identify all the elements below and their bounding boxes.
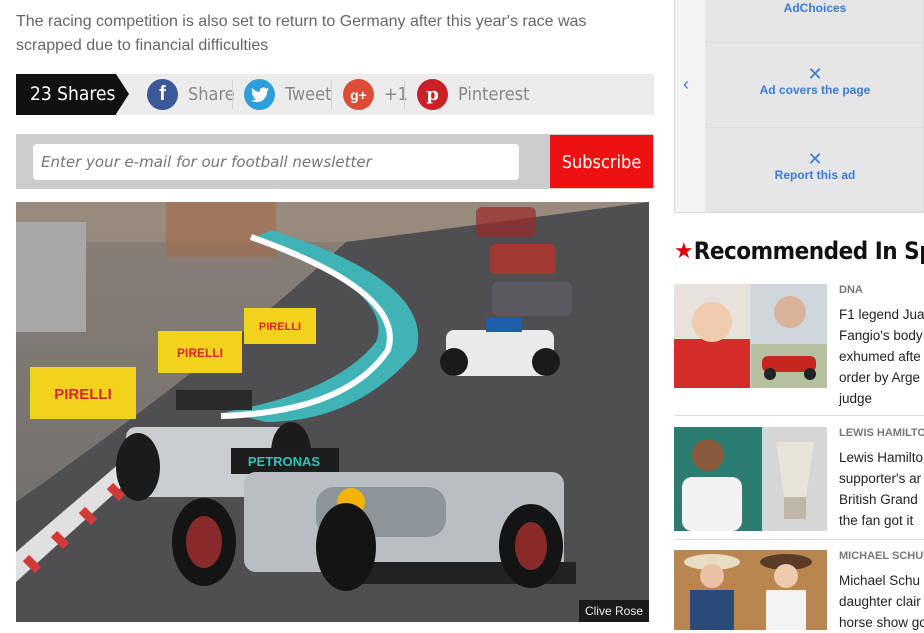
recommended-item[interactable]: DNA F1 legend Jua Fangio's body exhumed … [674,284,924,406]
ad-choices-row: AdChoices [705,0,923,43]
recommended-category: MICHAEL SCHUMA [839,550,924,562]
recommended-headline[interactable]: Lewis Hamilto supporter's ar British Gra… [839,447,924,531]
race-photo-illustration: PIRELLI PIRELLI PIRELLI PETRONAS [16,202,649,622]
newsletter-signup: Subscribe [16,134,654,189]
article-lead: The racing competition is also set to re… [16,13,587,54]
recommended-headline[interactable]: F1 legend Jua Fangio's body exhumed afte… [839,304,924,409]
photo-credit: Clive Rose [578,600,649,622]
facebook-share-button[interactable]: f Share [147,74,235,115]
twitter-share-button[interactable]: Tweet [244,74,331,115]
recommended-divider [674,415,924,416]
recommended-heading: ★ Recommended In Sport [674,234,924,268]
share-count: 23 Shares [16,74,116,115]
article-photo: PIRELLI PIRELLI PIRELLI PETRONAS Clive R… [16,202,649,622]
ad-report-row[interactable]: ✕ Report this ad [705,128,923,212]
ad-covers-page-link[interactable]: Ad covers the page [705,83,923,97]
share-divider [404,80,405,109]
svg-text:PIRELLI: PIRELLI [54,386,112,403]
google-plus-icon: g+ [343,79,374,110]
facebook-icon: f [147,79,178,110]
subscribe-button[interactable]: Subscribe [550,135,653,188]
star-icon: ★ [674,238,694,263]
svg-text:PETRONAS: PETRONAS [248,454,321,469]
recommended-item[interactable]: LEWIS HAMILTON Lewis Hamilto supporter's… [674,427,924,531]
share-divider [331,80,332,109]
recommended-item[interactable]: MICHAEL SCHUMA Michael Schu daughter cla… [674,550,924,630]
pinterest-share-button[interactable]: p Pinterest [417,74,529,115]
report-ad-link[interactable]: Report this ad [705,168,923,182]
share-bar: 23 Shares f Share Tweet g+ +1 p Pinteres… [16,74,654,115]
close-icon: ✕ [807,64,823,84]
svg-text:PIRELLI: PIRELLI [177,346,223,360]
close-icon: ✕ [807,149,823,169]
recommended-title: Recommended In Sport [693,237,924,265]
pinterest-share-label: Pinterest [458,84,530,105]
svg-text:PIRELLI: PIRELLI [259,321,301,333]
ad-covers-row[interactable]: ✕ Ad covers the page [705,43,923,128]
facebook-share-label: Share [188,84,235,105]
newsletter-email-input[interactable] [33,144,519,180]
pinterest-icon: p [417,79,448,110]
recommended-category: LEWIS HAMILTON [839,427,924,439]
chevron-left-icon[interactable]: ‹ [683,74,689,95]
recommended-thumbnail[interactable] [674,550,827,630]
recommended-divider [674,539,924,540]
twitter-icon [244,79,275,110]
recommended-headline[interactable]: Michael Schu daughter clair horse show g… [839,570,924,633]
google-plus-share-button[interactable]: g+ +1 [343,74,408,115]
share-count-arrow [116,74,129,114]
twitter-share-label: Tweet [285,84,332,105]
recommended-thumbnail[interactable] [674,427,827,531]
share-divider [232,80,233,109]
sidebar-ad: ‹ AdChoices ✕ Ad covers the page ✕ Repor… [674,0,924,213]
recommended-thumbnail[interactable] [674,284,827,388]
adchoices-link[interactable]: AdChoices [705,0,923,15]
recommended-category: DNA [839,284,863,296]
